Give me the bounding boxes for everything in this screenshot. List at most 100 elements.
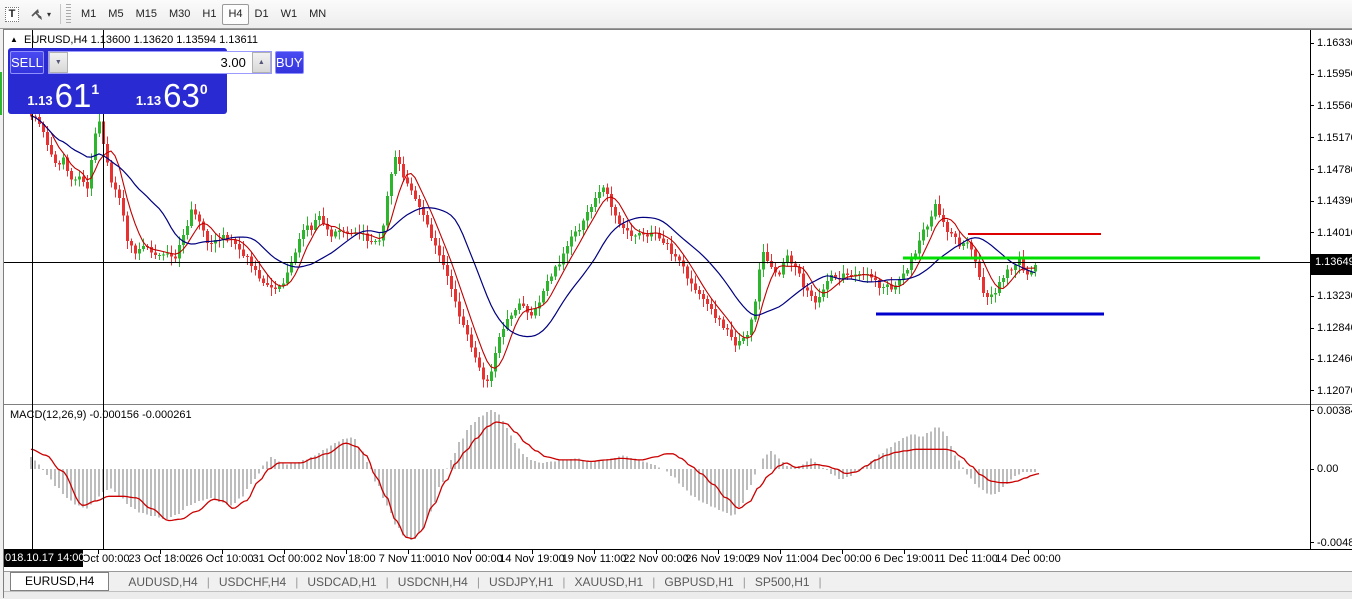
price-tick-mark (1310, 296, 1314, 297)
buy-price-pip: 0 (200, 82, 208, 96)
time-tick-label: 14 Nov 19:00 (499, 553, 564, 565)
macd-tick-mark (1310, 542, 1314, 543)
volume-input[interactable] (68, 52, 252, 73)
sell-price-pip: 1 (91, 82, 99, 96)
collapse-icon[interactable]: ▲ (10, 35, 18, 44)
crosshair-time-label: 018.10.17 14:00 (4, 550, 83, 567)
crosshair-price-label: 1.13649 (1311, 254, 1352, 270)
one-click-trading-panel: SELL ▼ ▲ BUY 1.13 61 1 1.13 63 0 (8, 48, 227, 114)
time-tick-label: 14 Dec 00:00 (995, 553, 1060, 565)
sell-price-prefix: 1.13 (27, 94, 52, 107)
time-tick-label: 22 Nov 00:00 (623, 553, 688, 565)
tab-xauusd-h1[interactable]: XAUUSD,H1 (566, 575, 653, 589)
buy-price-display[interactable]: 1.13 63 0 (119, 76, 226, 112)
tab-eurusd-h4[interactable]: EURUSD,H4 (10, 572, 109, 591)
price-tick-mark (1310, 328, 1314, 329)
sell-price-display[interactable]: 1.13 61 1 (10, 76, 117, 112)
price-tick-label: 1.16330 (1317, 37, 1352, 50)
timeframe-button-m5[interactable]: M5 (102, 4, 129, 25)
price-tick-mark (1310, 359, 1314, 360)
timeframe-button-d1[interactable]: D1 (249, 4, 275, 25)
time-tick-label: 2 Nov 18:00 (316, 553, 375, 565)
time-tick-label: 4 Dec 00:00 (812, 553, 871, 565)
timeframe-button-m15[interactable]: M15 (130, 4, 163, 25)
chart-header: ▲ EURUSD,H4 1.13600 1.13620 1.13594 1.13… (10, 34, 258, 46)
text-tool-icon: T (5, 7, 19, 22)
tab-separator: | (819, 575, 822, 589)
price-tick-mark (1310, 105, 1314, 106)
wicks-bullish (64, 114, 1036, 387)
symbol-title: EURUSD,H4 (24, 34, 88, 46)
macd-tick-label: -0.004856 (1317, 537, 1352, 550)
chart-window: 1.16330 1.15950 1.15560 1.15170 1.14780 1.143… (3, 29, 1352, 598)
price-tick-label: 1.12460 (1317, 353, 1352, 366)
timeframe-button-w1[interactable]: W1 (275, 4, 304, 25)
time-tick-label: 26 Oct 10:00 (191, 553, 254, 565)
price-tick-label: 1.12840 (1317, 322, 1352, 335)
time-tick-label: 23 Oct 18:00 (129, 553, 192, 565)
price-tick-label: 1.13230 (1317, 290, 1352, 303)
macd-tick-label: 0.003847 (1317, 405, 1352, 418)
timeframe-button-m30[interactable]: M30 (163, 4, 196, 25)
price-tick-mark (1310, 390, 1314, 391)
timeframe-button-h1[interactable]: H1 (196, 4, 222, 25)
bid-price-label-sliver: 1.13611 (1311, 270, 1352, 275)
sell-price-big: 61 (55, 82, 92, 110)
ma-fast-line (31, 116, 1035, 369)
chart-tab-bar: EURUSD,H4AUDUSD,H4|USDCHF,H4|USDCAD,H1|U… (4, 571, 1352, 591)
time-tick-label: 19 Nov 11:00 (562, 553, 627, 565)
crosshair-hline (4, 262, 1310, 263)
macd-tick-mark (1310, 469, 1314, 470)
timeframe-button-m1[interactable]: M1 (75, 4, 102, 25)
volume-spinner: ▼ ▲ (48, 51, 272, 74)
candles-bullish (62, 122, 1037, 381)
price-tick-label: 1.15170 (1317, 132, 1352, 145)
buy-price-prefix: 1.13 (136, 94, 161, 107)
price-tick-label: 1.15560 (1317, 100, 1352, 113)
arrows-tool-button[interactable]: ▾ (25, 3, 55, 25)
macd-chart[interactable] (4, 405, 1352, 549)
tab-audusd-h4[interactable]: AUDUSD,H4 (119, 575, 206, 589)
time-tick-label: 11 Dec 11:00 (934, 553, 998, 565)
price-tick-mark (1310, 74, 1314, 75)
tab-usdjpy-h1[interactable]: USDJPY,H1 (480, 575, 562, 589)
time-tick-label: 7 Nov 11:00 (379, 553, 438, 565)
buy-button[interactable]: BUY (275, 51, 304, 74)
tab-usdcnh-h4[interactable]: USDCNH,H4 (389, 575, 477, 589)
volume-down-button[interactable]: ▼ (49, 52, 68, 73)
price-tick-mark (1310, 201, 1314, 202)
time-tick-label: 26 Nov 19:00 (685, 553, 750, 565)
time-tick-label: 29 Nov 11:00 (748, 553, 813, 565)
price-tick-label: 1.15950 (1317, 68, 1352, 81)
buy-price-big: 63 (163, 82, 200, 110)
text-tool-button[interactable]: T (1, 3, 23, 25)
price-tick-mark (1310, 43, 1314, 44)
left-edge-candle-fragment (0, 72, 2, 115)
sell-button[interactable]: SELL (10, 51, 44, 74)
time-axis[interactable]: 19 Oct 00:0023 Oct 18:0026 Oct 10:0031 O… (4, 550, 1352, 571)
tab-gbpusd-h1[interactable]: GBPUSD,H1 (655, 575, 742, 589)
diagonal-arrows-icon (29, 6, 45, 22)
price-axis-line (1310, 30, 1311, 549)
price-tick-label: 1.14010 (1317, 227, 1352, 240)
tab-usdchf-h4[interactable]: USDCHF,H4 (210, 575, 295, 589)
timeframe-button-mn[interactable]: MN (303, 4, 332, 25)
time-tick-label: 6 Dec 19:00 (874, 553, 933, 565)
chevron-down-icon: ▾ (47, 10, 51, 19)
price-tick-mark (1310, 169, 1314, 170)
price-tick-label: 1.12070 (1317, 385, 1352, 398)
tab-usdcad-h1[interactable]: USDCAD,H1 (298, 575, 385, 589)
price-tick-mark (1310, 232, 1314, 233)
toolbar-separator (60, 4, 61, 24)
price-tick-label: 1.14780 (1317, 164, 1352, 177)
timeframe-button-h4[interactable]: H4 (222, 4, 248, 25)
macd-indicator-label: MACD(12,26,9) -0.000156 -0.000261 (10, 409, 192, 421)
ohlc-values: 1.13600 1.13620 1.13594 1.13611 (91, 34, 258, 46)
volume-up-button[interactable]: ▲ (252, 52, 271, 73)
toolbar: T ▾ M1M5M15M30H1H4D1W1MN (0, 0, 1352, 29)
price-tick-label: 1.14390 (1317, 195, 1352, 208)
macd-tick-mark (1310, 410, 1314, 411)
tab-sp500-h1[interactable]: SP500,H1 (746, 575, 819, 589)
ma-slow-line (31, 116, 1035, 337)
toolbar-grip[interactable] (66, 4, 71, 24)
